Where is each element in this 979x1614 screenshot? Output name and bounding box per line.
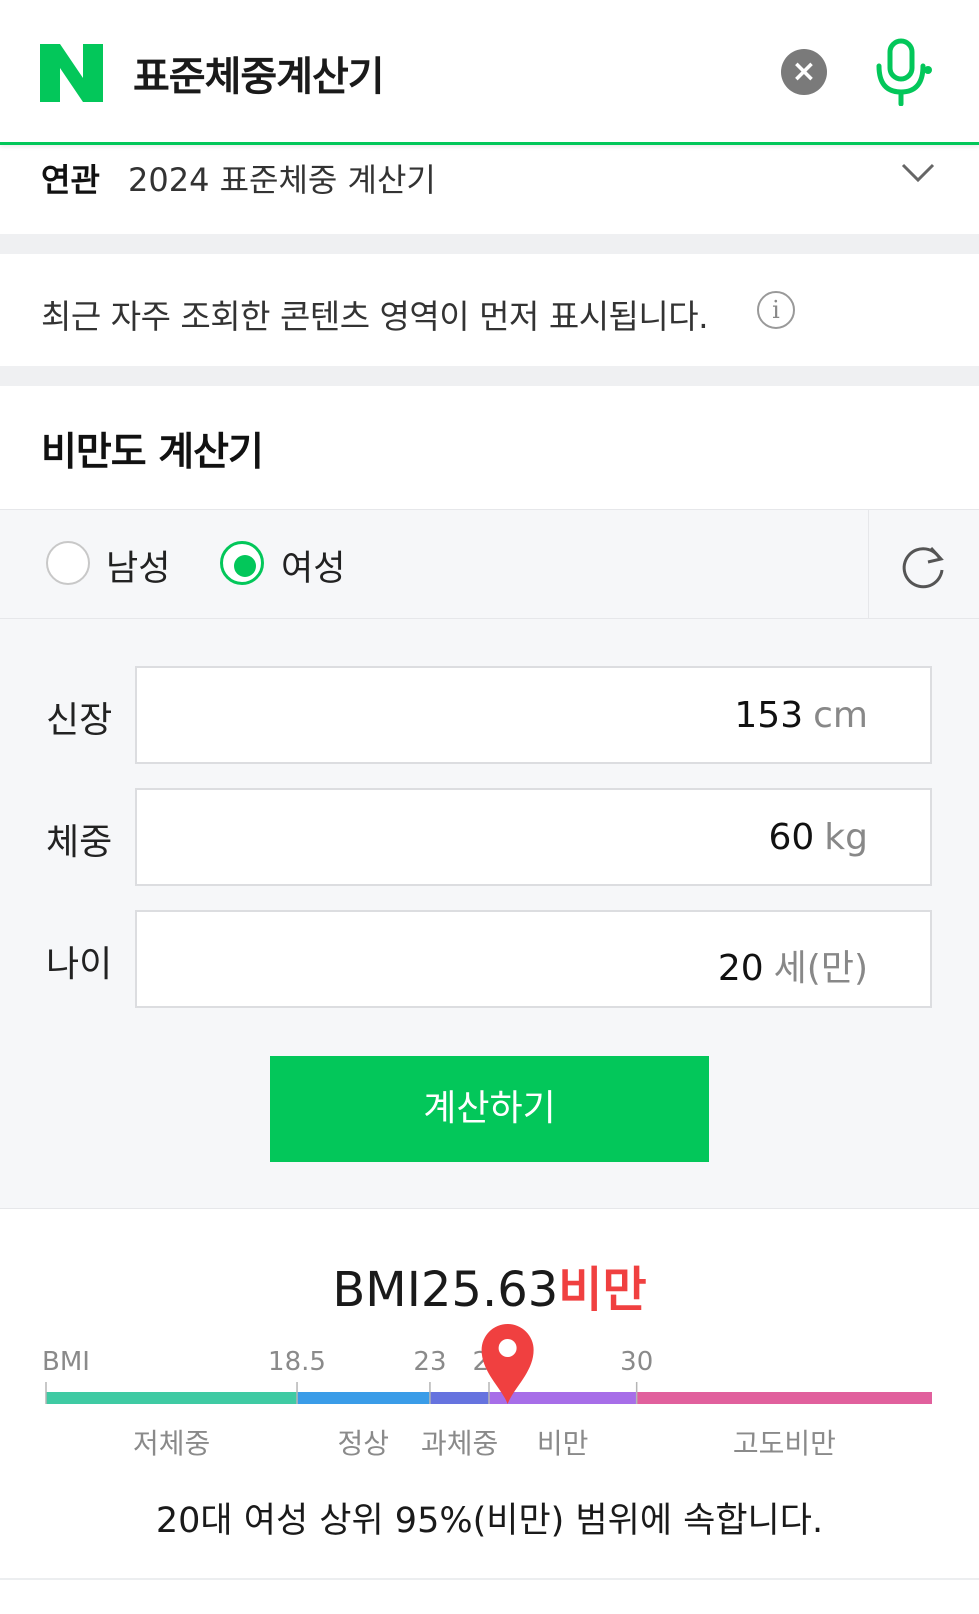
scale-band — [297, 1392, 430, 1404]
section-divider — [0, 234, 979, 254]
divider — [0, 1578, 979, 1580]
radio-selected-dot — [234, 555, 256, 577]
divider — [0, 1208, 979, 1209]
band-label: 정상 — [337, 1427, 389, 1460]
related-label: 연관 — [41, 161, 100, 199]
weight-value: 60 — [768, 817, 815, 858]
scale-band — [429, 1392, 489, 1404]
notice-text: 최근 자주 조회한 콘텐츠 영역이 먼저 표시됩니다. — [41, 297, 709, 336]
height-label: 신장 — [46, 700, 113, 741]
bmi-status: 비만 — [558, 1262, 647, 1318]
weight-input[interactable]: 60 kg — [135, 788, 932, 886]
bmi-value: 25.63 — [420, 1262, 559, 1318]
age-unit: 세(만) — [773, 948, 868, 989]
band-label: 고도비만 — [732, 1427, 836, 1460]
result-summary: 20대 여성 상위 95%(비만) 범위에 속합니다. — [155, 1501, 824, 1541]
band-label: 저체중 — [133, 1427, 211, 1460]
bmi-scale-bar — [45, 1324, 932, 1404]
clear-search-button[interactable]: × — [781, 49, 827, 95]
height-input[interactable]: 153 cm — [135, 666, 932, 764]
related-keyword-link[interactable]: 2024 표준체중 계산기 — [128, 155, 436, 201]
info-icon[interactable]: i — [757, 291, 795, 329]
age-label: 나이 — [46, 944, 113, 985]
band-label: 과체중 — [420, 1427, 499, 1460]
search-query[interactable]: 표준체중계산기 — [133, 44, 385, 102]
scale-band — [46, 1392, 298, 1404]
section-divider — [0, 366, 979, 386]
age-input[interactable]: 20 세(만) — [135, 910, 932, 1008]
label-female[interactable]: 여성 — [281, 540, 345, 591]
microphone-icon[interactable] — [873, 38, 933, 106]
chevron-down-icon[interactable] — [900, 160, 936, 186]
divider — [868, 509, 869, 619]
refresh-icon[interactable] — [898, 540, 948, 590]
age-value: 20 — [717, 948, 764, 989]
height-value: 153 — [734, 695, 804, 736]
bmi-result: BMI25.63비만 — [0, 1250, 979, 1320]
scale-band — [636, 1392, 932, 1404]
label-male[interactable]: 남성 — [106, 540, 170, 591]
radio-male[interactable] — [46, 541, 90, 585]
weight-label: 체중 — [46, 822, 113, 863]
close-icon: × — [791, 54, 817, 89]
weight-unit: kg — [824, 817, 868, 858]
naver-logo-icon[interactable] — [40, 44, 103, 102]
height-unit: cm — [813, 695, 868, 736]
calculate-button[interactable]: 계산하기 — [270, 1056, 709, 1162]
band-label: 비만 — [536, 1427, 589, 1460]
calculator-title: 비만도 계산기 — [41, 430, 264, 475]
bmi-prefix: BMI — [332, 1262, 421, 1318]
